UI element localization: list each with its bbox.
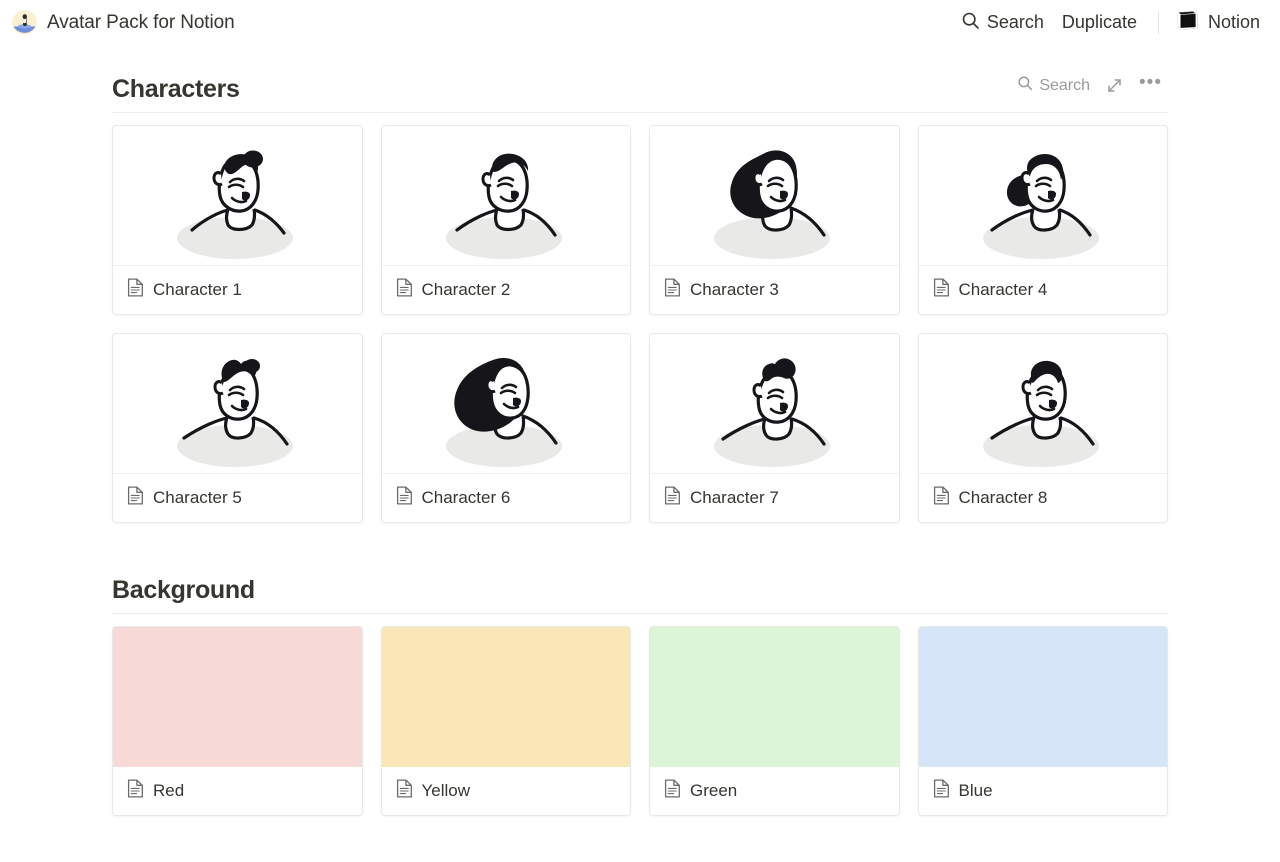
card-label: Character 5 (113, 474, 362, 522)
card-label: Yellow (382, 767, 631, 815)
card-title: Character 4 (958, 280, 1048, 299)
card-label: Character 1 (113, 266, 362, 314)
top-bar-left: Avatar Pack for Notion (12, 10, 952, 35)
page-document-icon (396, 486, 413, 510)
card-cover (381, 334, 630, 474)
page-document-icon (127, 278, 144, 302)
duplicate-button-label: Duplicate (1061, 12, 1137, 32)
page-document-icon (396, 278, 413, 302)
card-cover (113, 126, 362, 266)
card-label: Character 3 (650, 266, 899, 314)
top-spacer (112, 45, 1168, 71)
duplicate-button[interactable]: Duplicate (1053, 8, 1146, 37)
section-characters-tools: Search ••• (1011, 71, 1168, 104)
card-title: Character 3 (690, 280, 779, 299)
card-character-2[interactable]: Character 2 (380, 125, 631, 315)
notion-logo-icon (1177, 9, 1199, 36)
top-bar: Avatar Pack for Notion Search Duplicate (0, 0, 1280, 45)
search-icon (961, 11, 980, 35)
card-background-yellow[interactable]: Yellow (380, 626, 631, 816)
characters-grid: Character 1 Character 2 Character 3 Char… (112, 125, 1168, 523)
card-background-blue[interactable]: Blue (917, 626, 1168, 816)
card-character-1[interactable]: Character 1 (112, 125, 363, 315)
card-background-green[interactable]: Green (649, 626, 900, 816)
more-horizontal-icon[interactable]: ••• (1133, 73, 1168, 96)
background-grid: Red Yellow Green Blue (112, 626, 1168, 816)
search-button-label: Search (986, 12, 1044, 32)
card-cover (650, 126, 899, 266)
notion-brand-label: Notion (1207, 12, 1260, 32)
card-label: Character 6 (382, 474, 631, 522)
card-cover (113, 627, 362, 767)
card-title: Red (153, 781, 185, 800)
card-title: Character 1 (153, 280, 242, 299)
page-title: Avatar Pack for Notion (47, 11, 235, 33)
section-background-header: Background (112, 575, 1168, 614)
card-character-8[interactable]: Character 8 (917, 333, 1168, 523)
expand-diagonal-icon[interactable] (1100, 73, 1129, 98)
page-document-icon (127, 779, 144, 803)
page-document-icon (664, 779, 681, 803)
card-cover (381, 126, 630, 266)
card-title: Blue (958, 781, 993, 800)
card-cover (650, 334, 899, 474)
card-character-6[interactable]: Character 6 (380, 333, 631, 523)
card-cover (918, 126, 1167, 266)
section-characters-title: Characters (112, 75, 240, 103)
card-character-7[interactable]: Character 7 (649, 333, 900, 523)
card-title: Character 7 (690, 488, 779, 507)
page-document-icon (664, 278, 681, 302)
card-label: Red (113, 767, 362, 815)
card-label: Character 7 (650, 474, 899, 522)
notion-brand-link[interactable]: Notion (1171, 6, 1266, 39)
card-cover (918, 334, 1167, 474)
page-document-icon (933, 486, 950, 510)
top-bar-right: Search Duplicate Notion (952, 6, 1266, 39)
card-character-5[interactable]: Character 5 (112, 333, 363, 523)
page-document-icon (396, 779, 413, 803)
card-label: Character 4 (919, 266, 1168, 314)
section-search-button[interactable]: Search (1011, 71, 1096, 100)
search-button[interactable]: Search (952, 7, 1053, 39)
card-title: Character 2 (421, 280, 511, 299)
card-title: Green (690, 781, 738, 800)
card-background-red[interactable]: Red (112, 626, 363, 816)
card-label: Character 8 (919, 474, 1168, 522)
section-characters: Characters Search ••• Character 1 Charac… (112, 71, 1168, 523)
card-label: Green (650, 767, 899, 815)
avatar-illustration-icon (12, 10, 37, 35)
card-character-4[interactable]: Character 4 (917, 125, 1168, 315)
card-title: Character 6 (421, 488, 511, 507)
page-document-icon (664, 486, 681, 510)
card-label: Blue (919, 767, 1168, 815)
section-background-title: Background (112, 576, 255, 604)
card-cover (113, 334, 362, 474)
section-characters-header: Characters Search ••• (112, 71, 1168, 113)
page-body: Characters Search ••• Character 1 Charac… (0, 45, 1280, 816)
card-label: Character 2 (382, 266, 631, 314)
card-cover (650, 627, 899, 767)
card-cover (381, 627, 630, 767)
card-cover (918, 627, 1167, 767)
card-character-3[interactable]: Character 3 (649, 125, 900, 315)
card-title: Yellow (421, 781, 471, 800)
card-title: Character 5 (153, 488, 242, 507)
toolbar-divider (1157, 11, 1159, 34)
page-document-icon (933, 278, 950, 302)
section-search-label: Search (1039, 76, 1091, 94)
card-title: Character 8 (958, 488, 1048, 507)
page-document-icon (933, 779, 950, 803)
page-document-icon (127, 486, 144, 510)
section-background: Background Red Yellow Green Blue (112, 575, 1168, 816)
search-icon (1017, 75, 1033, 96)
